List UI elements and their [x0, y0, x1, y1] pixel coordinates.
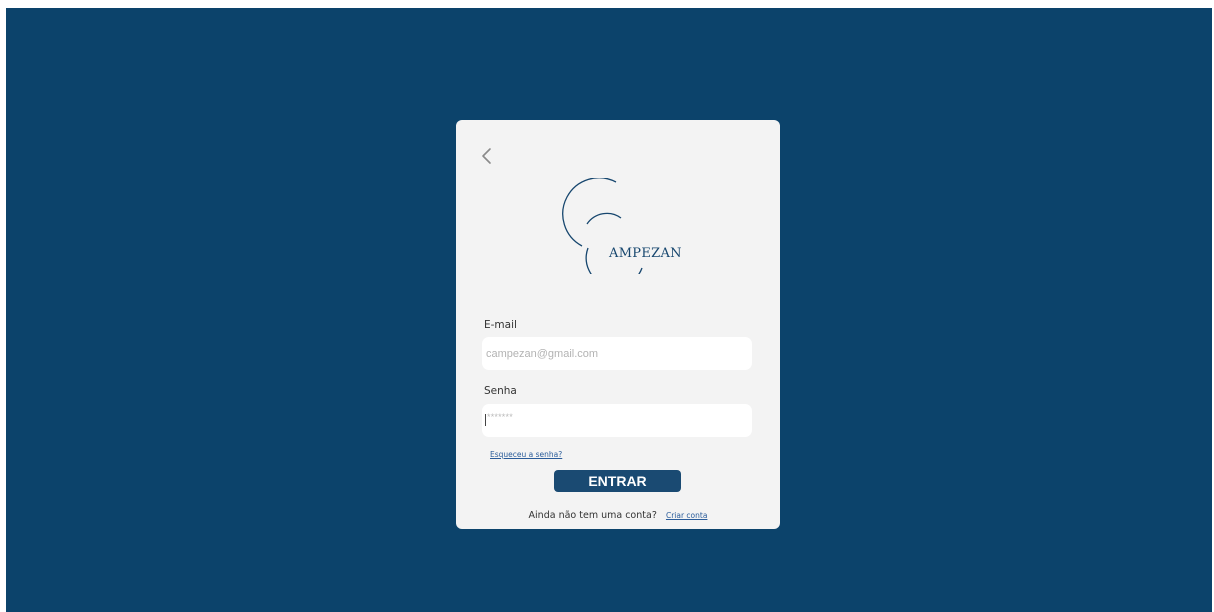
campezan-logo: AMPEZAN [556, 177, 686, 288]
email-input[interactable] [482, 337, 752, 370]
password-value: ******* [487, 412, 513, 422]
login-card: AMPEZAN E-mail Senha ******* Esqueceu a … [456, 120, 780, 529]
login-button[interactable]: ENTRAR [554, 470, 681, 492]
chevron-left-icon [482, 148, 491, 164]
password-input[interactable]: ******* [482, 404, 752, 437]
text-caret [485, 414, 486, 426]
password-label: Senha [484, 385, 517, 397]
signup-prompt: Ainda não tem uma conta? [528, 510, 657, 521]
create-account-link[interactable]: Criar conta [666, 511, 707, 520]
forgot-password-link[interactable]: Esqueceu a senha? [490, 450, 562, 459]
back-button[interactable] [478, 146, 496, 166]
logo-text: AMPEZAN [609, 246, 682, 261]
signup-row: Ainda não tem uma conta? Criar conta [456, 503, 780, 522]
email-label: E-mail [484, 319, 517, 331]
page-background: AMPEZAN E-mail Senha ******* Esqueceu a … [6, 8, 1212, 612]
